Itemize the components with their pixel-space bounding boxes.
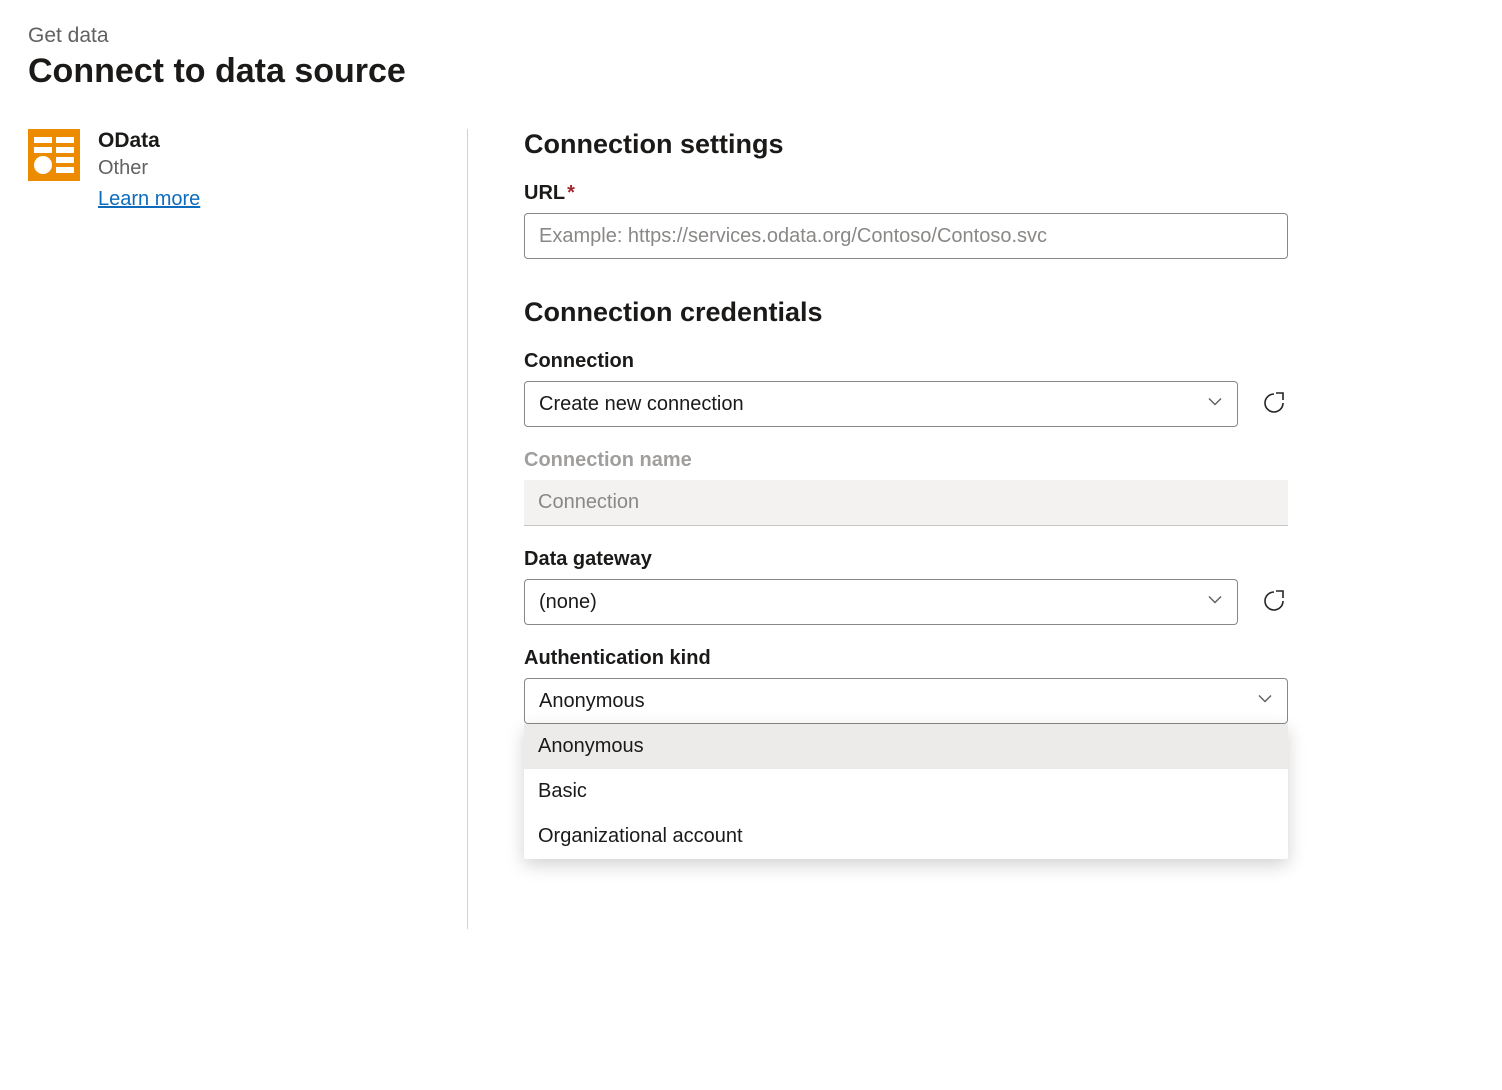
- authentication-kind-select[interactable]: Anonymous: [524, 678, 1288, 724]
- chevron-down-icon: [1207, 591, 1223, 614]
- refresh-icon: [1262, 391, 1286, 418]
- page-title: Connect to data source: [28, 52, 1474, 91]
- authentication-kind-label: Authentication kind: [524, 647, 1288, 670]
- connector-card: OData Other Learn more: [28, 129, 443, 211]
- connection-name-input: [524, 480, 1288, 526]
- connection-credentials-heading: Connection credentials: [524, 297, 1288, 328]
- main-panel: Connection settings URL* Connection cred…: [468, 129, 1288, 929]
- refresh-connection-button[interactable]: [1260, 390, 1288, 418]
- breadcrumb: Get data: [28, 24, 1474, 48]
- auth-option-organizational[interactable]: Organizational account: [524, 814, 1288, 859]
- url-input[interactable]: [524, 213, 1288, 259]
- refresh-icon: [1262, 589, 1286, 616]
- odata-connector-icon: [28, 129, 80, 181]
- connector-name: OData: [98, 129, 200, 153]
- auth-option-anonymous[interactable]: Anonymous: [524, 724, 1288, 769]
- refresh-gateway-button[interactable]: [1260, 588, 1288, 616]
- connection-select[interactable]: Create new connection: [524, 381, 1238, 427]
- url-label: URL*: [524, 182, 1288, 205]
- connection-name-label: Connection name: [524, 449, 1288, 472]
- connection-settings-heading: Connection settings: [524, 129, 1288, 160]
- learn-more-link[interactable]: Learn more: [98, 188, 200, 211]
- chevron-down-icon: [1207, 393, 1223, 416]
- sidebar: OData Other Learn more: [28, 129, 468, 929]
- required-indicator: *: [567, 182, 575, 204]
- data-gateway-label: Data gateway: [524, 548, 1288, 571]
- chevron-down-icon: [1257, 690, 1273, 713]
- data-gateway-select[interactable]: (none): [524, 579, 1238, 625]
- connector-category: Other: [98, 157, 200, 180]
- connection-label: Connection: [524, 350, 1288, 373]
- authentication-kind-dropdown: Anonymous Basic Organizational account: [524, 724, 1288, 859]
- auth-option-basic[interactable]: Basic: [524, 769, 1288, 814]
